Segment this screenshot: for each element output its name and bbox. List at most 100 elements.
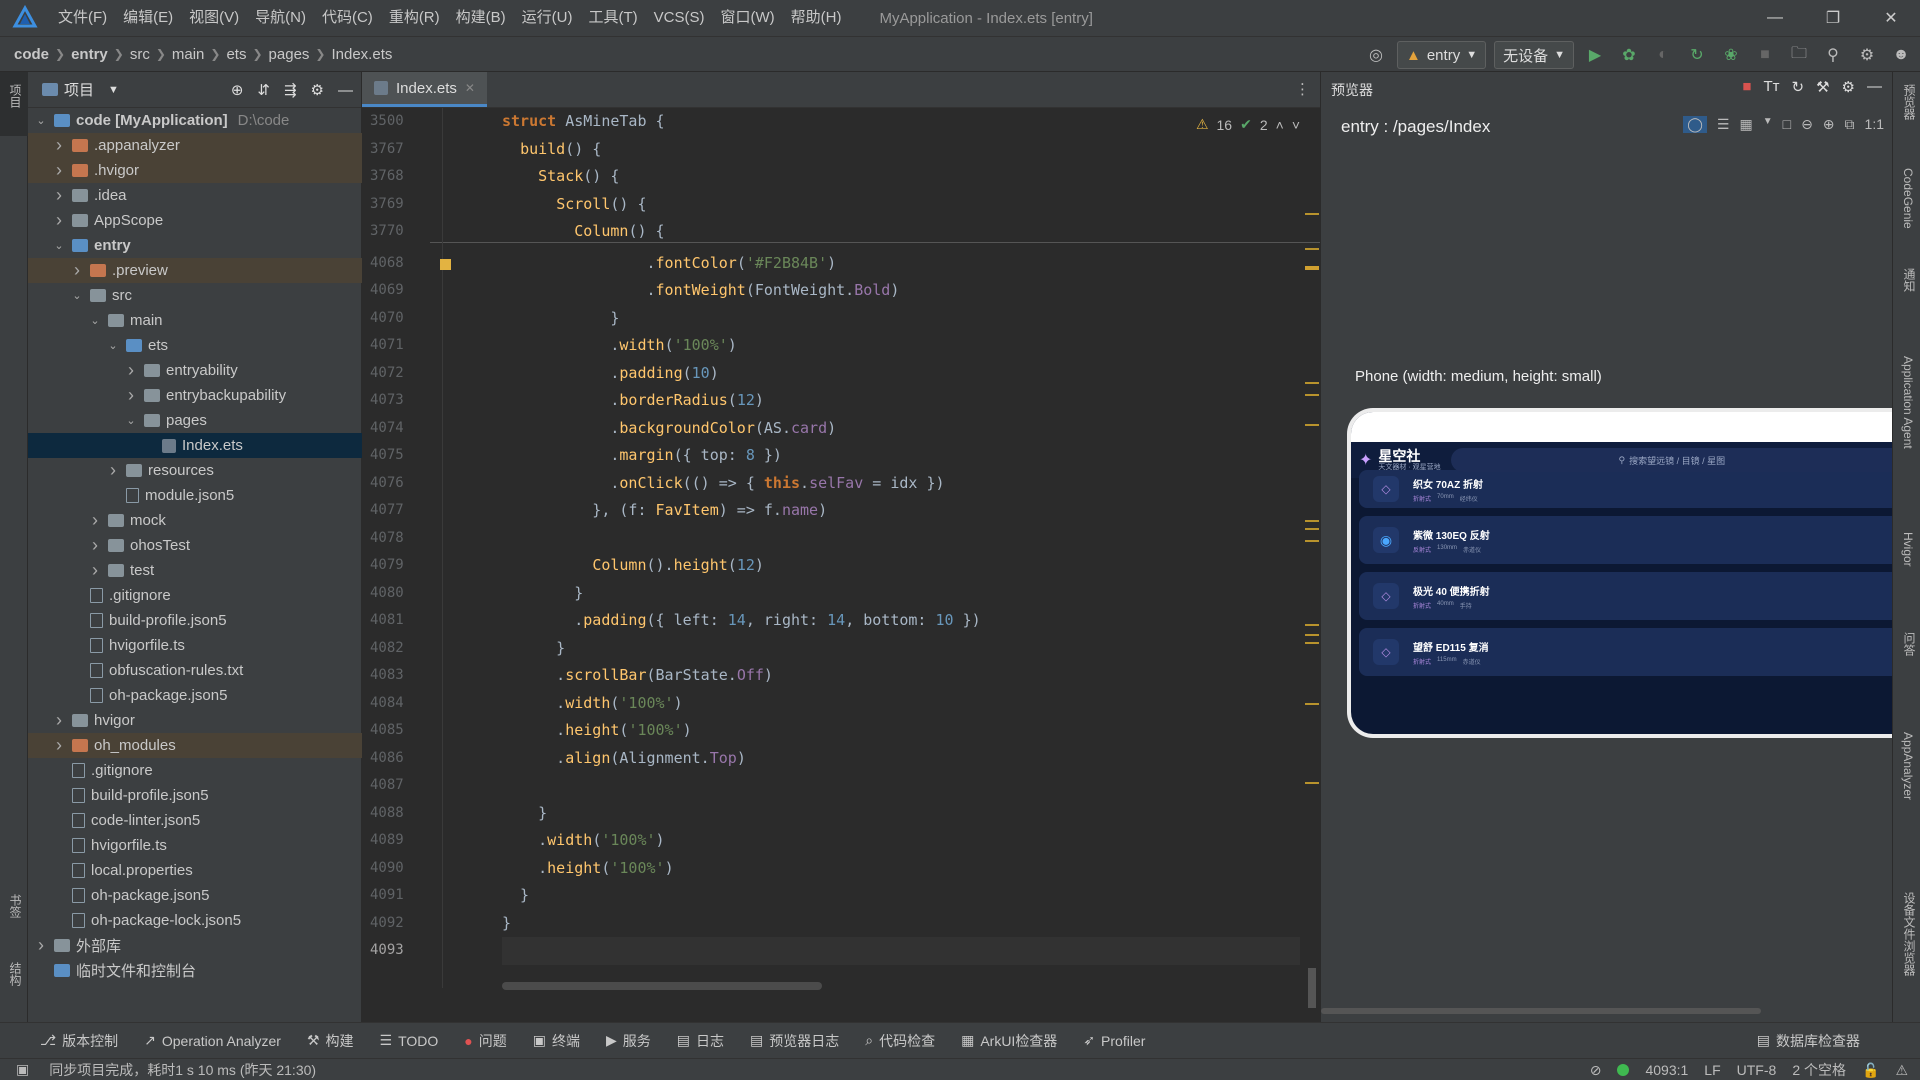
chevron-down-icon[interactable]: ⌄ [88, 314, 102, 327]
project-panel-title[interactable]: 项目 [64, 79, 94, 100]
minimize-button[interactable]: — [1746, 0, 1804, 36]
chevron-down-icon[interactable]: ⌄ [70, 289, 84, 302]
chevron-right-icon[interactable]: › [52, 735, 66, 756]
tree-item[interactable]: › AppScope [28, 208, 362, 233]
horizontal-scrollbar[interactable] [502, 982, 822, 990]
line-separator[interactable]: LF [1704, 1062, 1720, 1078]
device-manager-icon[interactable]: 🗀 [1786, 42, 1812, 68]
menu-item[interactable]: 重构(R) [381, 0, 448, 36]
tree-item[interactable]: › .preview [28, 258, 362, 283]
tree-item[interactable]: ⌄ code [MyApplication] D:\code [28, 108, 362, 133]
menu-item[interactable]: 文件(F) [50, 0, 115, 36]
account-icon[interactable]: ☻ [1888, 42, 1914, 68]
stop-preview-icon[interactable]: ■ [1742, 78, 1751, 96]
tree-item[interactable]: › hvigor [28, 708, 362, 733]
tool-window-button[interactable]: ▦ ArkUI检查器 [961, 1031, 1057, 1051]
code-line[interactable]: Column() { [502, 218, 1300, 246]
component-tree-icon[interactable]: ◯ [1683, 116, 1707, 133]
code-area[interactable]: struct AsMineTab { build() { Stack() { S… [502, 108, 1300, 965]
tree-item[interactable]: › ohosTest [28, 533, 362, 558]
breadcrumb-item[interactable]: Index.ets [331, 46, 392, 63]
code-line[interactable]: .scrollBar(BarState.Off) [502, 662, 1300, 690]
menu-item[interactable]: 编辑(E) [115, 0, 181, 36]
fit-icon[interactable]: ⧉ [1845, 116, 1855, 133]
tree-item[interactable]: › mock [28, 508, 362, 533]
device-select[interactable]: 无设备 ▼ [1494, 41, 1574, 69]
breadcrumb-item[interactable]: code [14, 46, 49, 63]
chevron-up-icon[interactable]: ˄ [1276, 117, 1284, 133]
chevron-right-icon[interactable]: › [88, 560, 102, 581]
tree-item[interactable]: › entrybackupability [28, 383, 362, 408]
settings-icon[interactable]: ⚙ [1842, 78, 1855, 96]
code-line[interactable]: struct AsMineTab { [502, 108, 1300, 136]
zoom-out-icon[interactable]: ⊖ [1801, 116, 1813, 133]
right-tool-button[interactable]: 通知 [1901, 268, 1918, 292]
status-message[interactable]: 同步项目完成，耗时1 s 10 ms (昨天 21:30) [49, 1060, 316, 1080]
chevron-right-icon[interactable]: › [88, 510, 102, 531]
breadcrumb-item[interactable]: main [172, 46, 205, 63]
chevron-down-icon[interactable]: ˅ [1292, 117, 1300, 133]
structure-tool-label[interactable]: 结构 [7, 962, 24, 986]
chevron-down-icon[interactable]: ⌄ [52, 239, 66, 252]
settings-icon[interactable]: ⚙ [311, 81, 324, 99]
zoom-in-icon[interactable]: ⊕ [1823, 116, 1835, 133]
grid-icon[interactable]: ▦ [1739, 116, 1752, 133]
right-tool-button[interactable]: 预览器 [1901, 84, 1918, 120]
chevron-right-icon[interactable]: › [52, 185, 66, 206]
tree-item[interactable]: › resources [28, 458, 362, 483]
code-line[interactable]: .backgroundColor(AS.card) [502, 415, 1300, 443]
tool-window-button[interactable]: ▶ 服务 [606, 1031, 651, 1051]
code-line[interactable]: } [502, 800, 1300, 828]
tree-item[interactable]: module.json5 [28, 483, 362, 508]
code-line[interactable] [502, 937, 1300, 965]
tool-window-button[interactable]: ⌕ 代码检查 [865, 1031, 935, 1051]
tree-item[interactable]: hvigorfile.ts [28, 633, 362, 658]
tree-item[interactable]: ⌄ main [28, 308, 362, 333]
tool-window-button[interactable]: ➶ Profiler [1083, 1032, 1145, 1049]
close-button[interactable]: ✕ [1862, 0, 1920, 36]
tree-item[interactable]: .gitignore [28, 583, 362, 608]
code-line[interactable]: .width('100%') [502, 827, 1300, 855]
favorite-card[interactable]: ◇ 望舒 ED115 复消 折射式 115mm 赤道仪 [1359, 628, 1893, 676]
settings-icon[interactable]: ⚙ [1854, 42, 1880, 68]
menu-item[interactable]: 工具(T) [580, 0, 645, 36]
code-line[interactable] [502, 772, 1300, 800]
menu-item[interactable]: 窗口(W) [712, 0, 782, 36]
code-line[interactable]: } [502, 580, 1300, 608]
tool-window-button[interactable]: ↗ Operation Analyzer [144, 1032, 281, 1049]
tool-window-button[interactable]: ☰ TODO [380, 1032, 439, 1049]
tree-item[interactable]: › 外部库 [28, 933, 362, 958]
close-tab-icon[interactable]: ✕ [465, 81, 475, 95]
font-size-icon[interactable]: Tт [1763, 78, 1779, 96]
crop-icon[interactable]: □ [1783, 116, 1791, 133]
chevron-down-icon[interactable]: ⌄ [106, 339, 120, 352]
tree-item[interactable]: › .hvigor [28, 158, 362, 183]
code-line[interactable]: Stack() { [502, 163, 1300, 191]
code-line[interactable]: } [502, 910, 1300, 938]
chevron-down-icon[interactable]: ⌄ [34, 114, 48, 127]
code-line[interactable]: .padding({ left: 14, right: 14, bottom: … [502, 607, 1300, 635]
search-icon[interactable]: ⚲ [1820, 42, 1846, 68]
inspect-icon[interactable]: ⚒ [1816, 78, 1829, 96]
refresh-icon[interactable]: ↻ [1792, 78, 1805, 96]
menu-item[interactable]: 代码(C) [314, 0, 381, 36]
code-line[interactable]: } [502, 305, 1300, 333]
tree-item[interactable]: ⌄ ets [28, 333, 362, 358]
chevron-right-icon[interactable]: › [88, 535, 102, 556]
tree-item[interactable]: obfuscation-rules.txt [28, 658, 362, 683]
code-line[interactable] [502, 525, 1300, 553]
favorite-card[interactable]: ◇ 织女 70AZ 折射 折射式 70mm 经纬仪 [1359, 470, 1893, 508]
chevron-right-icon[interactable]: › [52, 135, 66, 156]
tool-window-button[interactable]: ⚒ 构建 [307, 1031, 354, 1051]
tree-item[interactable]: hvigorfile.ts [28, 833, 362, 858]
code-line[interactable]: .height('100%') [502, 855, 1300, 883]
code-line[interactable]: Column().height(12) [502, 552, 1300, 580]
tool-window-button[interactable]: ▤ 日志 [677, 1031, 724, 1051]
run-icon[interactable]: ▶ [1582, 42, 1608, 68]
chevron-right-icon[interactable]: › [34, 935, 48, 956]
breadcrumb-item[interactable]: entry [71, 46, 108, 63]
code-line[interactable]: Scroll() { [502, 191, 1300, 219]
tree-item[interactable]: › .idea [28, 183, 362, 208]
code-line[interactable]: .height('100%') [502, 717, 1300, 745]
menu-item[interactable]: VCS(S) [646, 0, 713, 36]
